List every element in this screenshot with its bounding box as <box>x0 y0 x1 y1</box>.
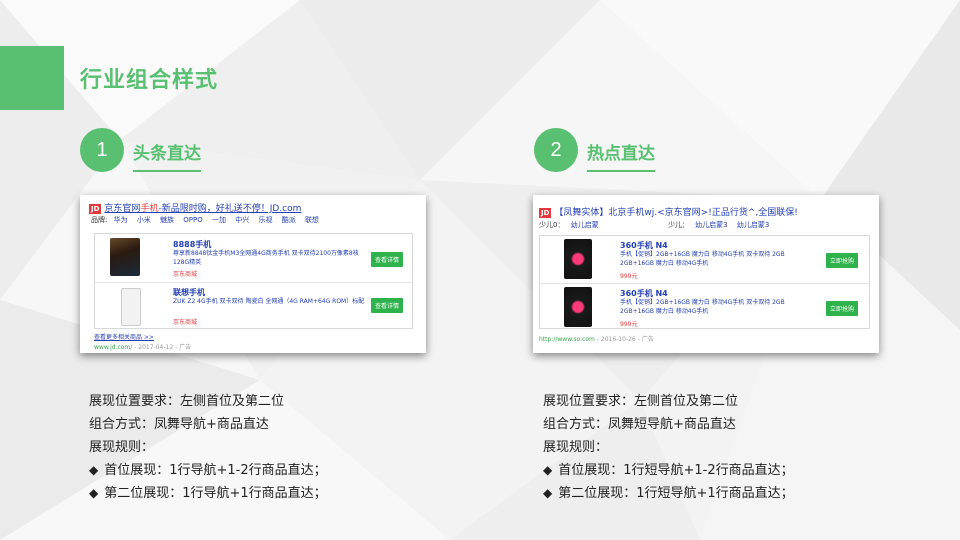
desc-line: 展现规则： <box>89 440 155 455</box>
section-title: 头条直达 <box>133 139 201 172</box>
product-list: 8888手机 尊享新8848钛金手机M3全网通4G商务手机 双卡双待2100万像… <box>94 233 413 329</box>
brand-link[interactable]: 魅族 <box>160 216 174 224</box>
brand-link[interactable]: 一加 <box>212 216 226 224</box>
product-shop: 京东商城 <box>173 271 198 278</box>
product-row[interactable]: 360手机 N4 手机【促销】2GB+16GB 魔力白 移动4G手机 双卡双待 … <box>540 236 869 283</box>
product-image <box>110 238 140 276</box>
nav-link[interactable]: 幼儿启蒙3 <box>737 221 769 229</box>
rule-bullet: 首位展现：1行导航+1-2行商品直达； <box>89 459 327 482</box>
desc-line: 组合方式：凤舞短导航+商品直达 <box>543 417 736 432</box>
short-nav: 少儿0： 幼儿启蒙 少儿： 幼儿启蒙3 幼儿启蒙3 <box>539 221 770 229</box>
rule-bullet: 第二位展现：1行导航+1行商品直达； <box>89 482 326 505</box>
brand-link[interactable]: 联想 <box>305 216 319 224</box>
nav-link[interactable]: 幼儿启蒙3 <box>695 221 727 229</box>
product-image <box>564 239 592 279</box>
product-image <box>121 288 141 326</box>
ad-title-link[interactable]: JD 京东官网手机-新品限时购，好礼送不停！JD.com <box>89 201 301 214</box>
product-price: 999元 <box>620 273 638 280</box>
display-url: www.jd.com/ - 2017-04-12 - 广告 <box>94 344 192 351</box>
jd-logo-icon: JD <box>89 203 102 214</box>
nav-link[interactable]: 幼儿启蒙 <box>571 221 599 229</box>
page-title: 行业组合样式 <box>80 68 219 93</box>
desc-line: 展现位置要求：左侧首位及第二位 <box>89 394 285 409</box>
product-row[interactable]: 联想手机 ZUK Z2 4G手机 双卡双待 陶瓷白 全网通（4G RAM+64G… <box>95 282 412 330</box>
view-details-button[interactable]: 查看详情 <box>371 298 404 313</box>
brand-link[interactable]: 乐视 <box>258 216 272 224</box>
section-title: 热点直达 <box>587 139 655 172</box>
product-desc: ZUK Z2 4G手机 双卡双待 陶瓷白 全网通（4G RAM+64G ROM）… <box>173 298 365 305</box>
rule-bullet: 第二位展现：1行短导航+1行商品直达； <box>543 482 793 505</box>
desc-line: 组合方式：凤舞导航+商品直达 <box>89 417 269 432</box>
brand-link[interactable]: 小米 <box>137 216 151 224</box>
more-products-link[interactable]: 查看更多相关商品 >> <box>94 332 154 341</box>
product-row[interactable]: 8888手机 尊享新8848钛金手机M3全网通4G商务手机 双卡双待2100万像… <box>95 234 412 282</box>
section-number-badge: 1 <box>80 128 124 172</box>
view-details-button[interactable]: 查看详情 <box>371 252 404 267</box>
product-price: 999元 <box>620 321 638 328</box>
desc-line: 展现位置要求：左侧首位及第二位 <box>543 394 739 409</box>
rule-bullet: 首位展现：1行短导航+1-2行商品直达； <box>543 459 794 482</box>
product-desc: 手机【促销】2GB+16GB 魔力白 移动4G手机 双卡双待 2GB 2GB+1… <box>620 299 785 315</box>
product-list: 360手机 N4 手机【促销】2GB+16GB 魔力白 移动4G手机 双卡双待 … <box>539 235 870 329</box>
search-ad-preview: JD 【凤舞实体】北京手机wj.<京东官网>!正品行货^,全国联保! 少儿0： 幼… <box>533 195 879 353</box>
product-desc: 尊享新8848钛金手机M3全网通4G商务手机 双卡双待2100万像素8核128G… <box>173 250 359 266</box>
brand-link[interactable]: 中兴 <box>235 216 249 224</box>
product-row[interactable]: 360手机 N4 手机【促销】2GB+16GB 魔力白 移动4G手机 双卡双待 … <box>540 283 869 330</box>
search-ad-preview: JD 京东官网手机-新品限时购，好礼送不停！JD.com 品牌: 华为 小米 魅族… <box>80 195 426 353</box>
desc-line: 展现规则： <box>543 440 609 455</box>
product-desc: 手机【促销】2GB+16GB 魔力白 移动4G手机 双卡双待 2GB 2GB+1… <box>620 251 785 267</box>
brand-link[interactable]: 酷派 <box>282 216 296 224</box>
title-accent-bar <box>0 46 64 110</box>
section-description: 展现位置要求：左侧首位及第二位 组合方式：凤舞导航+商品直达 展现规则： 首位展… <box>89 390 327 505</box>
product-shop: 京东商城 <box>173 319 198 326</box>
buy-now-button[interactable]: 立即抢购 <box>826 301 859 316</box>
product-image <box>564 287 592 327</box>
brand-link[interactable]: 华为 <box>114 216 128 224</box>
display-url: http://www.so.com - 2016-10-26 - 广告 <box>539 336 654 343</box>
brand-link[interactable]: OPPO <box>183 216 202 224</box>
buy-now-button[interactable]: 立即抢购 <box>826 253 859 268</box>
section-description: 展现位置要求：左侧首位及第二位 组合方式：凤舞短导航+商品直达 展现规则： 首位… <box>543 390 794 505</box>
brand-nav: 品牌: 华为 小米 魅族 OPPO 一加 中兴 乐视 酷派 联想 <box>91 216 319 224</box>
jd-logo-icon: JD <box>539 207 552 218</box>
ad-title-link[interactable]: JD 【凤舞实体】北京手机wj.<京东官网>!正品行货^,全国联保! <box>539 205 798 218</box>
section-number-badge: 2 <box>534 128 578 172</box>
